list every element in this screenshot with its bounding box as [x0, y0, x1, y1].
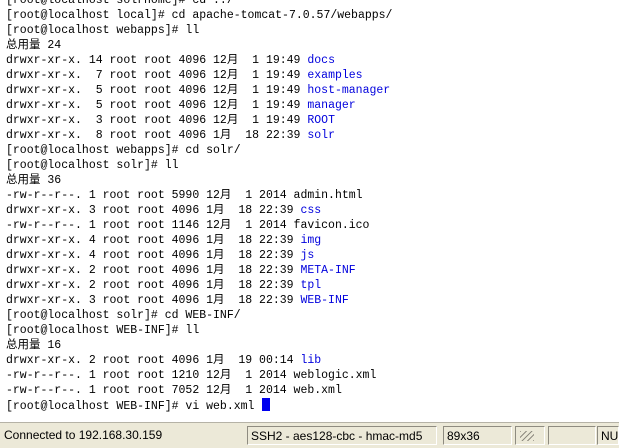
status-blank-panel	[548, 426, 596, 445]
directory-name: examples	[307, 69, 363, 82]
line-text: drwxr-xr-x. 5 root root 4096 12月 1 19:49	[6, 84, 308, 97]
line-text: -rw-r--r--. 1 root root 7052 12月 1 2014 …	[6, 384, 342, 397]
directory-name: solr	[307, 129, 335, 142]
line-text: 总用量 16	[6, 339, 62, 352]
terminal-line: -rw-r--r--. 1 root root 1210 12月 1 2014 …	[0, 368, 619, 383]
terminal-line: 总用量 16	[0, 338, 619, 353]
line-text: drwxr-xr-x. 2 root root 4096 1月 18 22:39	[6, 264, 301, 277]
terminal-line: drwxr-xr-x. 8 root root 4096 1月 18 22:39…	[0, 128, 619, 143]
terminal-line: drwxr-xr-x. 3 root root 4096 12月 1 19:49…	[0, 113, 619, 128]
line-text: [root@localhost solrhome]# cd ../	[6, 0, 234, 7]
terminal-window[interactable]: [root@localhost solrhome]# cd ../ [root@l…	[0, 0, 619, 422]
line-text: drwxr-xr-x. 7 root root 4096 12月 1 19:49	[6, 69, 308, 82]
terminal-line: drwxr-xr-x. 2 root root 4096 1月 18 22:39…	[0, 278, 619, 293]
line-text: -rw-r--r--. 1 root root 1146 12月 1 2014 …	[6, 219, 370, 232]
terminal-line: -rw-r--r--. 1 root root 5990 12月 1 2014 …	[0, 188, 619, 203]
num-lock-indicator: NU	[597, 426, 619, 445]
line-text: 总用量 24	[6, 39, 62, 52]
terminal-line: drwxr-xr-x. 3 root root 4096 1月 18 22:39…	[0, 293, 619, 308]
directory-name: docs	[307, 54, 335, 67]
directory-name: WEB-INF	[300, 294, 349, 307]
terminal-line: [root@localhost webapps]# ll	[0, 23, 619, 38]
directory-name: img	[300, 234, 322, 247]
line-text: drwxr-xr-x. 4 root root 4096 1月 18 22:39	[6, 234, 301, 247]
line-text: drwxr-xr-x. 2 root root 4096 1月 18 22:39	[6, 279, 301, 292]
terminal-line: [root@localhost solr]# cd WEB-INF/	[0, 308, 619, 323]
status-grip-icon	[515, 426, 545, 445]
directory-name: META-INF	[300, 264, 356, 277]
directory-name: manager	[307, 99, 356, 112]
line-text: drwxr-xr-x. 3 root root 4096 12月 1 19:49	[6, 114, 308, 127]
line-text: drwxr-xr-x. 3 root root 4096 1月 18 22:39	[6, 294, 301, 307]
line-text: [root@localhost webapps]# ll	[6, 24, 200, 37]
line-text: drwxr-xr-x. 4 root root 4096 1月 18 22:39	[6, 249, 301, 262]
directory-name: tpl	[300, 279, 322, 292]
terminal-line: drwxr-xr-x. 5 root root 4096 12月 1 19:49…	[0, 83, 619, 98]
terminal-line: -rw-r--r--. 1 root root 1146 12月 1 2014 …	[0, 218, 619, 233]
status-bar: Connected to 192.168.30.159 SSH2 - aes12…	[0, 422, 619, 448]
terminal-size: 89x36	[443, 426, 512, 445]
directory-name: lib	[300, 354, 322, 367]
line-text: drwxr-xr-x. 8 root root 4096 1月 18 22:39	[6, 129, 308, 142]
terminal-line: [root@localhost local]# cd apache-tomcat…	[0, 8, 619, 23]
directory-name: js	[300, 249, 315, 262]
terminal-line: [root@localhost solr]# ll	[0, 158, 619, 173]
line-text: 总用量 36	[6, 174, 62, 187]
terminal-line: drwxr-xr-x. 4 root root 4096 1月 18 22:39…	[0, 248, 619, 263]
terminal-line: -rw-r--r--. 1 root root 7052 12月 1 2014 …	[0, 383, 619, 398]
terminal-line: [root@localhost WEB-INF]# ll	[0, 323, 619, 338]
line-text: [root@localhost solr]# cd WEB-INF/	[6, 309, 241, 322]
line-text: [root@localhost local]# cd apache-tomcat…	[6, 9, 393, 22]
connection-status: Connected to 192.168.30.159	[4, 428, 163, 442]
terminal-line: drwxr-xr-x. 4 root root 4096 1月 18 22:39…	[0, 233, 619, 248]
directory-name: host-manager	[307, 84, 391, 97]
line-text: [root@localhost WEB-INF]# ll	[6, 324, 200, 337]
directory-name: css	[300, 204, 322, 217]
terminal-line: drwxr-xr-x. 3 root root 4096 1月 18 22:39…	[0, 203, 619, 218]
terminal-line: drwxr-xr-x. 5 root root 4096 12月 1 19:49…	[0, 98, 619, 113]
line-text: drwxr-xr-x. 2 root root 4096 1月 19 00:14	[6, 354, 301, 367]
line-text: [root@localhost WEB-INF]# vi web.xml	[6, 400, 262, 413]
line-text: [root@localhost solr]# ll	[6, 159, 179, 172]
line-text: drwxr-xr-x. 5 root root 4096 12月 1 19:49	[6, 99, 308, 112]
terminal-output: [root@localhost solrhome]# cd ../ [root@l…	[0, 0, 619, 413]
terminal-line: 总用量 24	[0, 38, 619, 53]
terminal-line: [root@localhost webapps]# cd solr/	[0, 143, 619, 158]
line-text: -rw-r--r--. 1 root root 1210 12月 1 2014 …	[6, 369, 377, 382]
directory-name: ROOT	[307, 114, 335, 127]
terminal-line: drwxr-xr-x. 2 root root 4096 1月 19 00:14…	[0, 353, 619, 368]
line-text: -rw-r--r--. 1 root root 5990 12月 1 2014 …	[6, 189, 363, 202]
line-text: drwxr-xr-x. 3 root root 4096 1月 18 22:39	[6, 204, 301, 217]
line-text: [root@localhost webapps]# cd solr/	[6, 144, 241, 157]
text-cursor	[262, 398, 271, 411]
terminal-line: drwxr-xr-x. 2 root root 4096 1月 18 22:39…	[0, 263, 619, 278]
terminal-line: [root@localhost WEB-INF]# vi web.xml	[0, 398, 619, 413]
encryption-info: SSH2 - aes128-cbc - hmac-md5	[247, 426, 437, 445]
terminal-line: [root@localhost solrhome]# cd ../	[0, 0, 619, 8]
terminal-line: drwxr-xr-x. 7 root root 4096 12月 1 19:49…	[0, 68, 619, 83]
terminal-line: 总用量 36	[0, 173, 619, 188]
line-text: drwxr-xr-x. 14 root root 4096 12月 1 19:4…	[6, 54, 308, 67]
terminal-line: drwxr-xr-x. 14 root root 4096 12月 1 19:4…	[0, 53, 619, 68]
